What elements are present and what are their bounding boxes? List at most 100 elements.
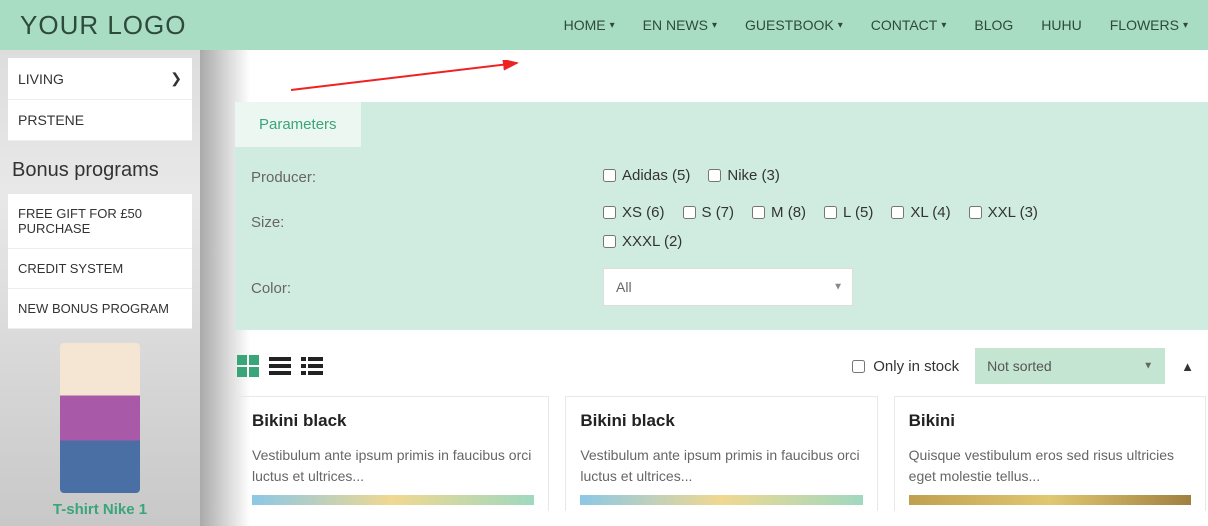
filter-label: Color: [243, 278, 603, 297]
option-label: Adidas (5) [622, 167, 690, 184]
option-label: Nike (3) [727, 167, 780, 184]
product-description: Quisque vestibulum eros sed risus ultric… [909, 445, 1191, 487]
product-card[interactable]: Bikini black Vestibulum ante ipsum primi… [237, 396, 549, 511]
filter-option-xxxl[interactable]: XXXL (2) [603, 233, 1188, 250]
toolbar: Only in stock Not sorted ▼ ▲ [235, 330, 1208, 396]
main-nav: HOME▾ EN NEWS▾ GUESTBOOK▾ CONTACT▾ BLOG … [564, 17, 1188, 33]
view-mode-group [237, 355, 323, 377]
chevron-down-icon: ▾ [941, 20, 946, 31]
bonus-section-title: Bonus programs [8, 141, 192, 194]
view-list-icon[interactable] [269, 355, 291, 377]
filter-option-s[interactable]: S (7) [683, 204, 735, 221]
nav-blog[interactable]: BLOG [974, 17, 1013, 33]
sidebar-item-living[interactable]: LIVING ❯ [8, 58, 192, 100]
collapse-up-icon[interactable]: ▲ [1181, 359, 1194, 374]
product-grid: Bikini black Vestibulum ante ipsum primi… [235, 396, 1208, 511]
promo-title: T-shirt Nike 1 [8, 501, 192, 518]
sort-select[interactable]: Not sorted ▼ [975, 348, 1165, 384]
nav-label: EN NEWS [643, 17, 708, 33]
tab-header: Parameters [235, 102, 1208, 147]
filter-option-xxl[interactable]: XXL (3) [969, 204, 1038, 221]
nav-label: HUHU [1041, 17, 1081, 33]
checkbox[interactable] [891, 206, 904, 219]
checkbox[interactable] [603, 206, 616, 219]
bonus-item-new-program[interactable]: NEW BONUS PROGRAM [8, 289, 192, 329]
filter-option-l[interactable]: L (5) [824, 204, 873, 221]
checkbox[interactable] [852, 360, 865, 373]
option-label: S (7) [702, 204, 735, 221]
chevron-right-icon: ❯ [170, 70, 182, 87]
sidebar-item-prstene[interactable]: PRSTENE [8, 100, 192, 141]
filter-option-adidas[interactable]: Adidas (5) [603, 167, 690, 184]
filter-option-m[interactable]: M (8) [752, 204, 806, 221]
only-stock-label: Only in stock [873, 358, 959, 375]
nav-flowers[interactable]: FLOWERS ▾ [1110, 17, 1188, 33]
only-in-stock-checkbox[interactable]: Only in stock [852, 358, 959, 375]
checkbox[interactable] [969, 206, 982, 219]
filter-body: Producer: Adidas (5) Nike (3) Size: XS (… [235, 147, 1208, 330]
sidebar-item-label: PRSTENE [18, 112, 84, 128]
product-title: Bikini [909, 411, 1191, 431]
filter-label: Size: [243, 204, 603, 231]
logo[interactable]: YOUR LOGO [20, 10, 186, 41]
filter-label: Producer: [243, 167, 603, 186]
top-gap [235, 50, 1208, 102]
option-label: XL (4) [910, 204, 950, 221]
checkbox[interactable] [603, 169, 616, 182]
nav-home[interactable]: HOME ▾ [564, 17, 615, 33]
chevron-down-icon: ▼ [833, 282, 843, 293]
nav-label: HOME [564, 17, 606, 33]
sort-value: Not sorted [987, 358, 1052, 374]
nav-label: FLOWERS [1110, 17, 1179, 33]
nav-en-news[interactable]: EN NEWS ▾ [643, 17, 717, 33]
checkbox[interactable] [708, 169, 721, 182]
option-label: XXXL (2) [622, 233, 682, 250]
option-label: M (8) [771, 204, 806, 221]
tab-parameters[interactable]: Parameters [235, 102, 361, 147]
filter-row-color: Color: All ▼ [243, 268, 1188, 306]
container: LIVING ❯ PRSTENE Bonus programs FREE GIF… [0, 50, 1208, 526]
option-label: XXL (3) [988, 204, 1038, 221]
filter-option-xl[interactable]: XL (4) [891, 204, 950, 221]
filter-panel: Parameters Producer: Adidas (5) Nike (3)… [235, 102, 1208, 330]
chevron-down-icon: ▾ [1183, 20, 1188, 31]
chevron-down-icon: ▾ [712, 20, 717, 31]
filter-options-size: XS (6) S (7) M (8) L (5) XL (4) XXL (3) … [603, 204, 1188, 250]
sidebar-item-label: LIVING [18, 71, 64, 87]
product-card[interactable]: Bikini Quisque vestibulum eros sed risus… [894, 396, 1206, 511]
chevron-down-icon: ▼ [1143, 361, 1153, 372]
product-image [580, 495, 862, 505]
option-label: L (5) [843, 204, 873, 221]
view-detail-icon[interactable] [301, 355, 323, 377]
nav-label: CONTACT [871, 17, 938, 33]
arrow-annotation-icon [289, 60, 529, 94]
checkbox[interactable] [683, 206, 696, 219]
select-value: All [603, 268, 853, 306]
promo-image [60, 343, 140, 493]
nav-label: GUESTBOOK [745, 17, 834, 33]
product-title: Bikini black [580, 411, 862, 431]
product-description: Vestibulum ante ipsum primis in faucibus… [580, 445, 862, 487]
checkbox[interactable] [752, 206, 765, 219]
header: YOUR LOGO HOME ▾ EN NEWS ▾ GUESTBOOK ▾ CONT… [0, 0, 1208, 50]
nav-label: BLOG [974, 17, 1013, 33]
nav-contact[interactable]: CONTACT▾ [871, 17, 947, 33]
filter-option-xs[interactable]: XS (6) [603, 204, 665, 221]
checkbox[interactable] [603, 235, 616, 248]
filter-row-size: Size: XS (6) S (7) M (8) L (5) XL (4) XX… [243, 204, 1188, 250]
nav-huhu[interactable]: HUHU [1041, 17, 1081, 33]
filter-option-nike[interactable]: Nike (3) [708, 167, 780, 184]
chevron-down-icon: ▾ [610, 20, 615, 31]
color-select[interactable]: All ▼ [603, 268, 853, 306]
chevron-down-icon: ▾ [838, 20, 843, 31]
product-title: Bikini black [252, 411, 534, 431]
bonus-item-credit[interactable]: CREDIT SYSTEM [8, 249, 192, 289]
sidebar: LIVING ❯ PRSTENE Bonus programs FREE GIF… [0, 50, 200, 526]
view-grid-icon[interactable] [237, 355, 259, 377]
promo-block[interactable]: T-shirt Nike 1 [8, 343, 192, 518]
bonus-item-free-gift[interactable]: FREE GIFT FOR £50 PURCHASE [8, 194, 192, 249]
product-card[interactable]: Bikini black Vestibulum ante ipsum primi… [565, 396, 877, 511]
product-image [909, 495, 1191, 505]
checkbox[interactable] [824, 206, 837, 219]
nav-guestbook[interactable]: GUESTBOOK ▾ [745, 17, 843, 33]
